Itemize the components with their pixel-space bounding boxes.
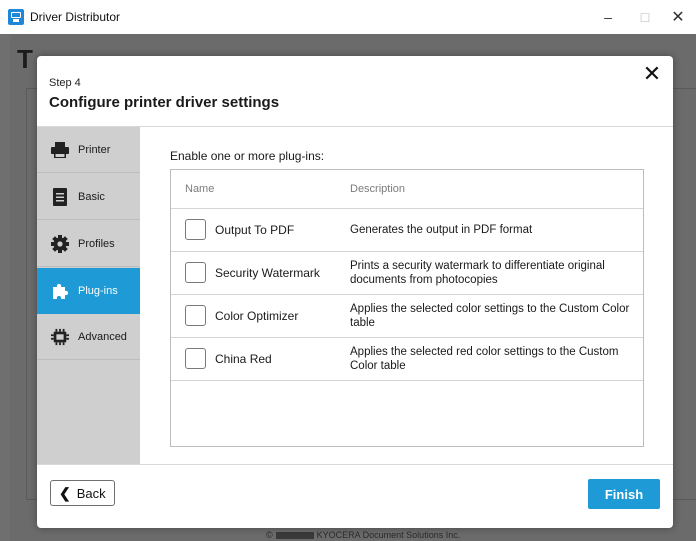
plugin-name: Color Optimizer (215, 309, 299, 323)
table-row: Security Watermark Prints a security wat… (171, 252, 643, 295)
app-icon (8, 9, 24, 25)
sidebar-item-label: Plug-ins (78, 285, 118, 297)
plugins-content: Enable one or more plug-ins: Name Descri… (140, 127, 673, 464)
back-button[interactable]: ❮ Back (50, 480, 115, 506)
column-header-name: Name (185, 183, 215, 195)
background-footer: © KYOCERA Document Solutions Inc. (266, 530, 461, 540)
document-icon (51, 187, 69, 206)
sidebar-item-printer[interactable]: Printer (37, 127, 140, 173)
sidebar-item-label: Printer (78, 143, 111, 156)
finish-button[interactable]: Finish (588, 479, 660, 509)
puzzle-icon (51, 282, 69, 300)
maximize-button[interactable]: □ (627, 0, 663, 34)
sidebar-item-advanced[interactable]: Advanced (37, 314, 140, 360)
column-header-description: Description (350, 183, 406, 195)
dialog-close-icon[interactable]: ✕ (640, 61, 664, 86)
plugin-checkbox-china-red[interactable] (185, 348, 206, 369)
table-row: Output To PDF Generates the output in PD… (171, 209, 643, 252)
chevron-left-icon: ❮ (59, 484, 71, 501)
settings-sidebar: Printer Basic Profiles Plug-ins Advanced (37, 127, 140, 464)
sidebar-item-profiles[interactable]: Profiles (37, 221, 140, 267)
printer-icon (51, 141, 69, 159)
plugin-description: Applies the selected red color settings … (350, 346, 619, 372)
sidebar-item-plug-ins[interactable]: Plug-ins (37, 268, 140, 314)
background-heading: T (17, 44, 33, 74)
plugin-name: Output To PDF (215, 223, 295, 237)
table-row: Color Optimizer Applies the selected col… (171, 295, 643, 338)
window-close-button[interactable]: ✕ (660, 0, 696, 34)
plugins-table: Name Description Output To PDF Generates… (170, 169, 644, 447)
configure-dialog: Step 4 Configure printer driver settings… (37, 56, 673, 528)
back-button-label: Back (76, 485, 106, 501)
plugin-name: China Red (215, 352, 272, 366)
plugin-description: Generates the output in PDF format (350, 224, 533, 236)
instruction-text: Enable one or more plug-ins: (170, 149, 325, 163)
copyright-text: KYOCERA Document Solutions Inc. (316, 530, 461, 540)
chip-icon (51, 328, 69, 346)
step-label: Step 4 (49, 77, 81, 89)
plugin-checkbox-color-optimizer[interactable] (185, 305, 206, 326)
sidebar-item-label: Profiles (78, 237, 115, 250)
window-title-bar: Driver Distributor – □ ✕ (0, 0, 696, 34)
plugin-description: Prints a security watermark to different… (350, 260, 605, 286)
minimize-button[interactable]: – (590, 0, 626, 34)
table-header: Name Description (171, 170, 643, 209)
plugin-checkbox-security-watermark[interactable] (185, 262, 206, 283)
gear-icon (51, 234, 69, 253)
window-title: Driver Distributor (30, 10, 121, 24)
table-row: China Red Applies the selected red color… (171, 338, 643, 381)
dialog-title: Configure printer driver settings (49, 94, 280, 111)
sidebar-item-label: Advanced (78, 330, 127, 343)
dialog-footer: ❮ Back Finish (37, 464, 673, 529)
plugin-description: Applies the selected color settings to t… (350, 303, 630, 329)
sidebar-item-basic[interactable]: Basic (37, 174, 140, 220)
plugin-checkbox-output-to-pdf[interactable] (185, 219, 206, 240)
dialog-header: Step 4 Configure printer driver settings… (37, 56, 673, 127)
sidebar-item-label: Basic (78, 190, 105, 203)
plugin-name: Security Watermark (215, 266, 320, 280)
